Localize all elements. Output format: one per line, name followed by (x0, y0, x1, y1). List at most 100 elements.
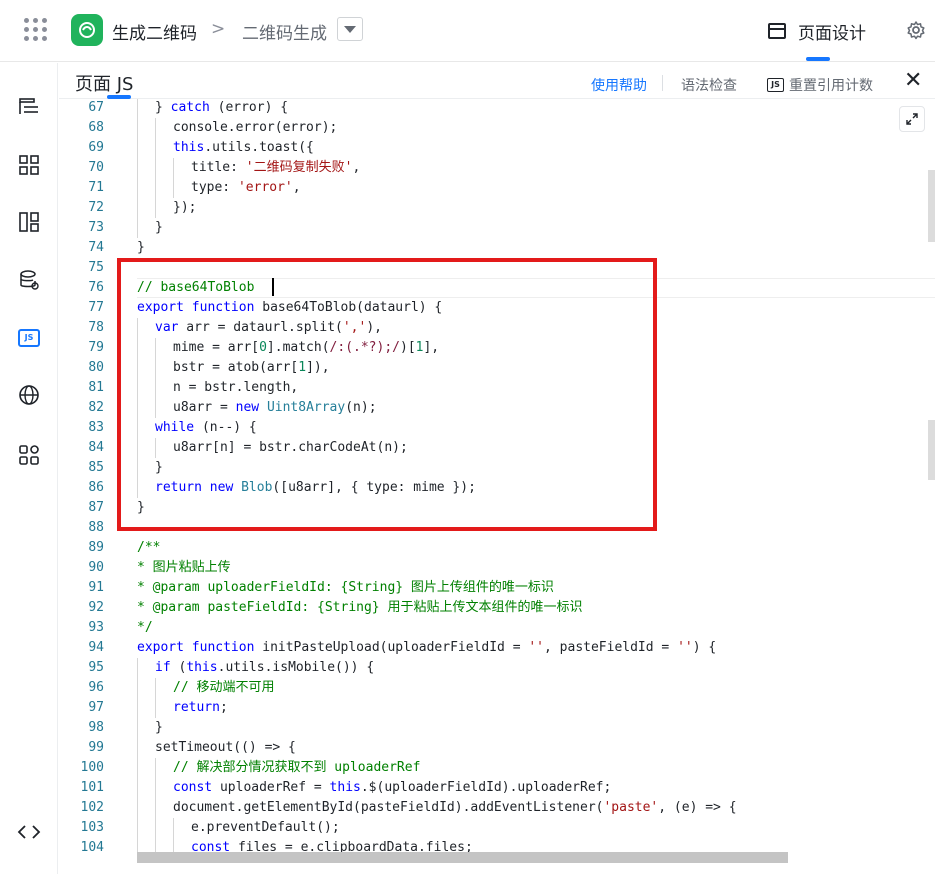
line-number: 96 (88, 680, 104, 695)
code-token: 'error' (237, 180, 293, 195)
code-token: this (186, 660, 218, 675)
indent-guide (137, 118, 138, 138)
code-line[interactable]: 103 e.preventDefault(); (59, 818, 935, 838)
top-bar: 生成二维码 > 二维码生成 页面设计 (0, 0, 935, 62)
datasource-icon[interactable] (17, 268, 41, 292)
line-number: 99 (88, 740, 104, 755)
apps-icon[interactable] (17, 443, 41, 467)
components-icon[interactable] (17, 153, 41, 177)
code-line[interactable]: 71 type: 'error', (59, 178, 935, 198)
vertical-scrollbar-thumb[interactable] (928, 170, 935, 242)
code-token: ) { (692, 640, 717, 655)
code-line[interactable]: 74} (59, 238, 935, 258)
code-token: ; (219, 700, 228, 715)
code-token: initPasteUpload(uploaderFieldId = (254, 640, 529, 655)
code-line[interactable]: 90 * 图片粘贴上传 (59, 558, 935, 578)
line-number: 101 (80, 780, 104, 795)
line-number: 72 (88, 200, 104, 215)
code-line[interactable]: 94 export function initPasteUpload(upload… (59, 638, 935, 658)
breadcrumb-page-name[interactable]: 二维码生成 (242, 19, 327, 44)
code-text: // 移动端不可用 (173, 678, 274, 698)
line-number: 76 (88, 280, 104, 295)
code-line[interactable]: 70 title: '二维码复制失败', (59, 158, 935, 178)
code-line[interactable]: 91 * @param uploaderFieldId: {String} 图片上… (59, 578, 935, 598)
code-text: title: '二维码复制失败', (191, 158, 360, 178)
settings-gear-icon[interactable] (906, 20, 928, 42)
code-line[interactable]: 98} (59, 718, 935, 738)
line-number: 84 (88, 440, 104, 455)
code-token: '' (677, 640, 693, 655)
code-line[interactable]: 93 */ (59, 618, 935, 638)
code-line[interactable]: 100 // 解决部分情况获取不到 uploaderRef (59, 758, 935, 778)
indent-guide (155, 118, 156, 138)
layout-icon[interactable] (17, 210, 41, 234)
code-token: if (155, 660, 171, 675)
page-dropdown-button[interactable] (337, 17, 363, 41)
code-text: this.utils.toast({ (173, 138, 314, 158)
indent-guide (137, 198, 138, 218)
left-sidebar: JS (0, 63, 58, 874)
app-name[interactable]: 生成二维码 (112, 19, 197, 44)
code-line[interactable]: 68 console.error(error); (59, 118, 935, 138)
line-number: 74 (88, 240, 104, 255)
code-text: document.getElementById(pasteFieldId).ad… (173, 798, 737, 818)
code-text: // 解决部分情况获取不到 uploaderRef (173, 758, 420, 778)
code-text: console.error(error); (173, 118, 337, 138)
line-number: 97 (88, 700, 104, 715)
line-number: 87 (88, 500, 104, 515)
code-token: , (e) => { (658, 800, 737, 815)
reset-ref-count-button[interactable]: JS 重置引用计数 (767, 75, 873, 95)
code-line[interactable]: 92 * @param pasteFieldId: {String} 用于粘贴上传… (59, 598, 935, 618)
code-line[interactable]: 72}); (59, 198, 935, 218)
code-text: }); (173, 198, 196, 218)
code-text: } catch (error) { (155, 99, 288, 118)
indent-guide (155, 758, 156, 778)
code-line[interactable]: 73} (59, 218, 935, 238)
expand-icon[interactable] (899, 106, 925, 132)
app-grid-icon[interactable] (24, 18, 48, 42)
help-link[interactable]: 使用帮助 (591, 75, 647, 95)
indent-guide (137, 218, 138, 238)
code-line[interactable]: 96 // 移动端不可用 (59, 678, 935, 698)
tab-page-design[interactable]: 页面设计 (768, 18, 866, 44)
line-number: 78 (88, 320, 104, 335)
app-logo-icon (71, 14, 103, 46)
code-text: export function initPasteUpload(uploader… (137, 638, 716, 658)
globe-icon[interactable] (17, 383, 41, 407)
code-line[interactable]: 99 setTimeout(() => { (59, 738, 935, 758)
code-token: this (329, 780, 361, 795)
js-icon[interactable]: JS (17, 326, 41, 350)
editor-title: 页面 JS (75, 74, 134, 95)
code-token: */ (137, 620, 153, 635)
indent-guide (155, 678, 156, 698)
code-token: .utils.toast({ (204, 140, 314, 155)
line-number: 73 (88, 220, 104, 235)
close-icon[interactable]: ✕ (904, 69, 922, 93)
horizontal-scrollbar-thumb[interactable] (137, 852, 788, 863)
indent-guide (173, 178, 174, 198)
code-line[interactable]: 102 document.getElementById(pasteFieldId)… (59, 798, 935, 818)
code-line[interactable]: 95 if (this.utils.isMobile()) { (59, 658, 935, 678)
lint-button[interactable]: 语法检查 (681, 75, 737, 95)
code-token: // 解决部分情况获取不到 uploaderRef (173, 760, 421, 775)
code-text: setTimeout(() => { (155, 738, 296, 758)
code-token: document.getElementById(pasteFieldId).ad… (173, 800, 604, 815)
code-text: return; (173, 698, 228, 718)
line-number: 83 (88, 420, 104, 435)
code-line[interactable]: 89 /** (59, 538, 935, 558)
code-line[interactable]: 97 return; (59, 698, 935, 718)
code-token: ( (170, 660, 187, 675)
code-line[interactable]: 101 const uploaderRef = this.$(uploaderFi… (59, 778, 935, 798)
line-number: 98 (88, 720, 104, 735)
indent-guide (137, 158, 138, 178)
code-line[interactable]: 69 this.utils.toast({ (59, 138, 935, 158)
code-token: * @param pasteFieldId: {String} 用于粘贴上传文本… (137, 600, 583, 615)
code-icon[interactable] (17, 820, 41, 844)
code-text: * 图片粘贴上传 (137, 558, 231, 578)
code-line[interactable]: 67} catch (error) { (59, 99, 935, 118)
vertical-scrollbar-marker (928, 420, 935, 480)
indent-guide (137, 658, 138, 678)
code-token: function (191, 640, 255, 655)
outline-icon[interactable] (17, 95, 41, 119)
